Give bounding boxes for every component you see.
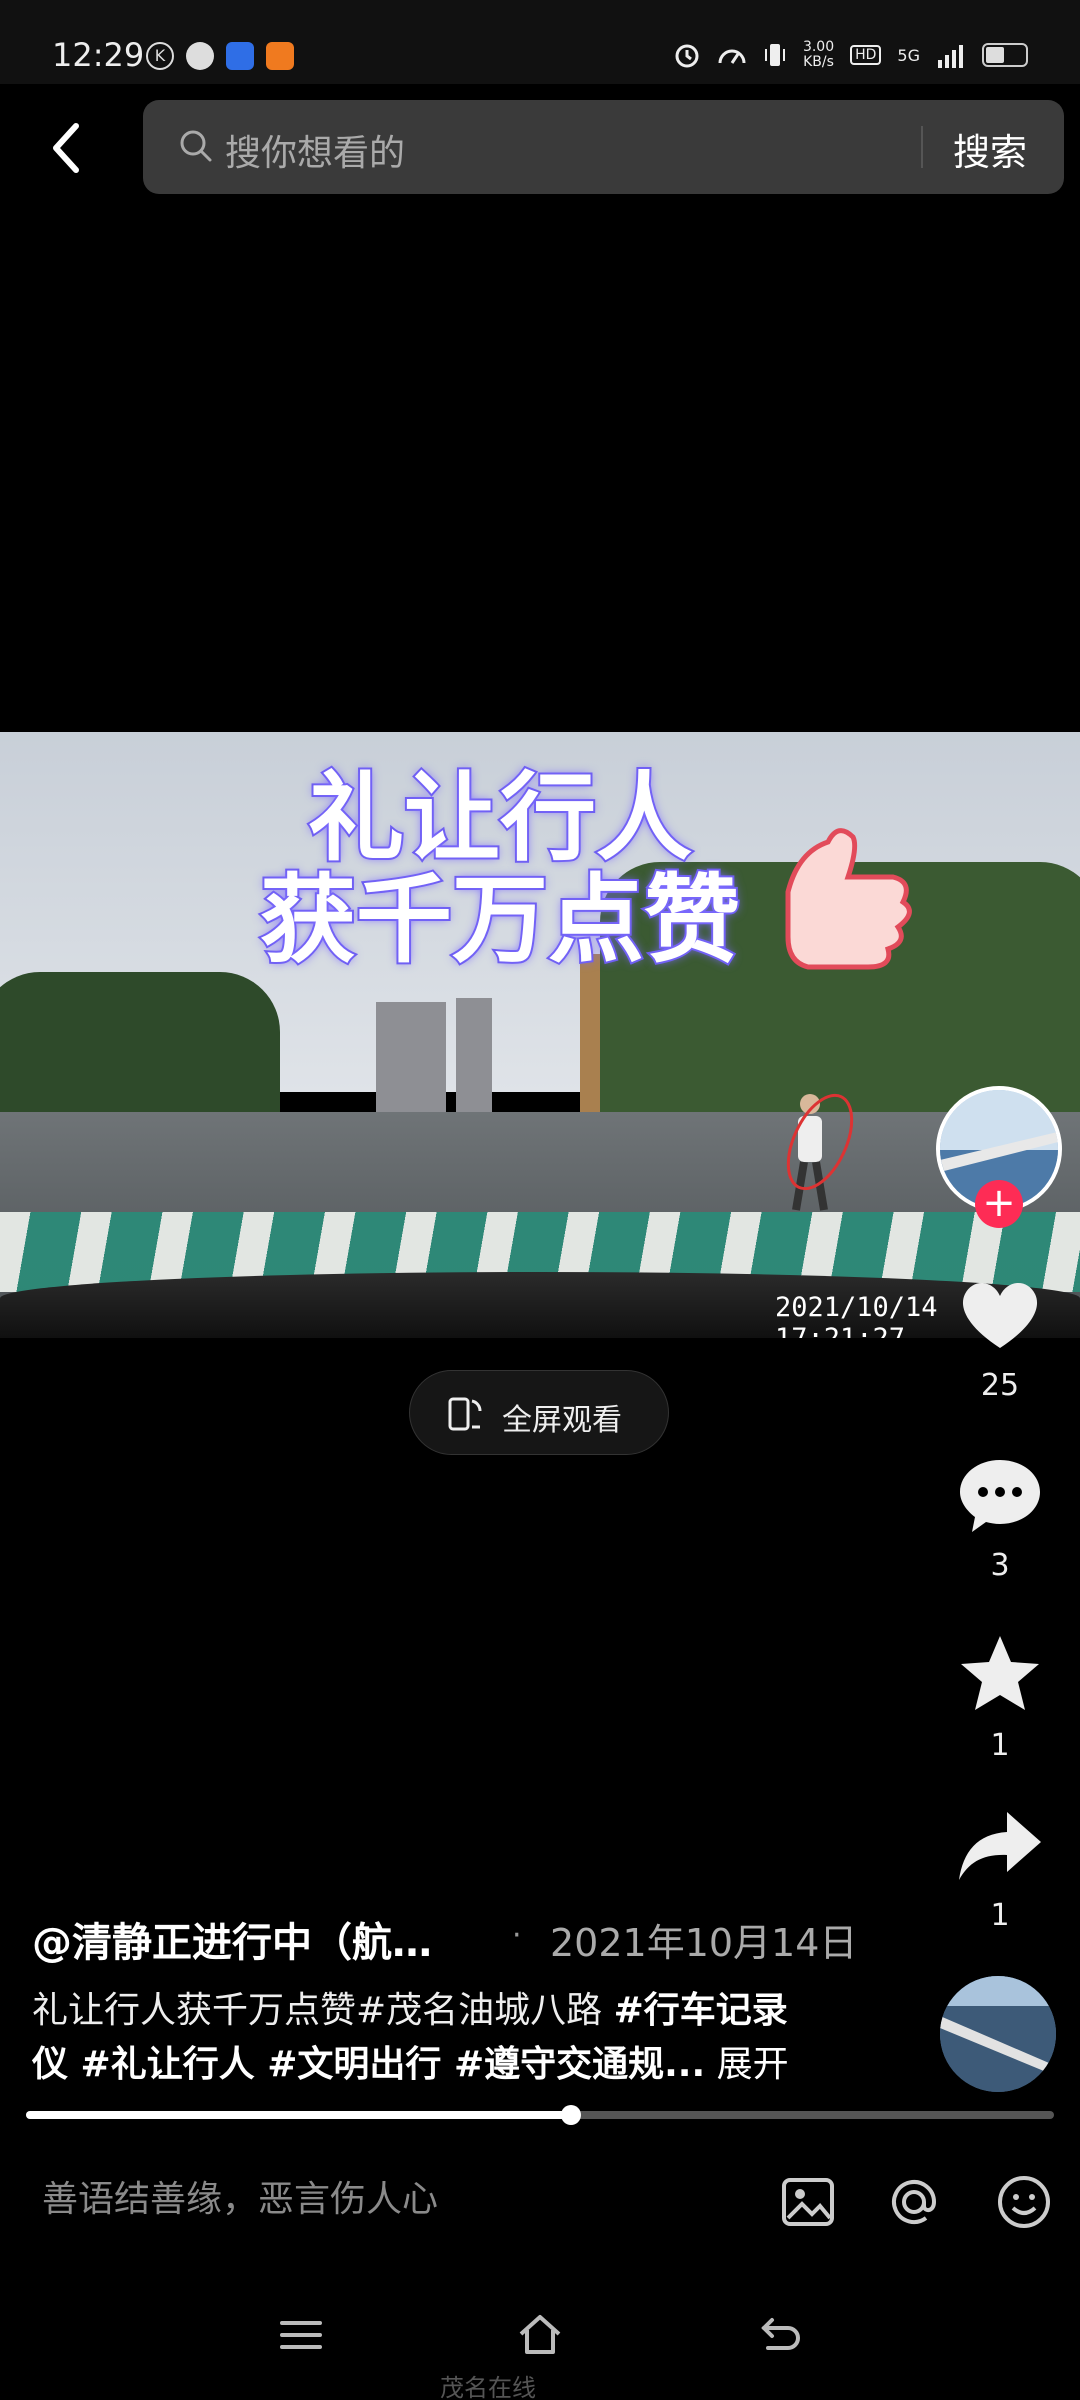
music-disc[interactable]: [940, 1976, 1056, 2092]
post-date: 2021年10月14日: [550, 1921, 858, 1965]
heart-icon: [962, 1282, 1038, 1348]
search-bar[interactable]: 搜你想看的 搜索: [143, 100, 1064, 194]
search-input[interactable]: 搜你想看的: [225, 124, 405, 176]
follow-button[interactable]: +: [975, 1180, 1023, 1228]
status-time: 12:29: [52, 36, 145, 74]
status-bar: 12:29 K 3.00 KB/s HD 5G: [0, 0, 1080, 84]
expand-link[interactable]: 展开: [705, 2044, 789, 2085]
mention-icon[interactable]: [884, 2172, 944, 2232]
hashtag[interactable]: #文明出行: [267, 2044, 454, 2085]
vibrate-icon: [764, 44, 785, 66]
desc-text: 礼让行人获千万点赞#茂名油城八路: [32, 1990, 614, 2031]
alarm-icon: [675, 44, 699, 68]
author-name[interactable]: @清静正进行中（航…: [32, 1910, 432, 1968]
thumbs-up-icon: [785, 828, 912, 970]
author-line: @清静正进行中（航… · 2021年10月14日: [32, 1910, 912, 1966]
favorite-button[interactable]: 1: [940, 1630, 1060, 1763]
comment-input[interactable]: 善语结善缘，恶言伤人心: [42, 2170, 438, 2222]
signal-icon: [938, 45, 963, 68]
image-icon[interactable]: [778, 2172, 838, 2232]
net-speed: 3.00 KB/s: [802, 39, 835, 70]
like-button[interactable]: 25: [940, 1270, 1060, 1403]
search-icon: [180, 130, 212, 162]
chevron-left-icon: [53, 123, 79, 173]
qq-icon: [226, 42, 254, 70]
comment-count: 3: [990, 1548, 1010, 1583]
progress-knob[interactable]: [560, 2105, 581, 2125]
progress-fill: [26, 2111, 571, 2119]
hashtag[interactable]: 仪: [32, 2044, 81, 2085]
speedometer-icon: [718, 49, 746, 64]
share-arrow-icon: [959, 1812, 1041, 1880]
separator-dot: ·: [512, 1918, 522, 1953]
star-icon: [961, 1636, 1039, 1710]
bridge-photo: [940, 1976, 1056, 2092]
home-icon[interactable]: [515, 2310, 565, 2360]
notification-icons: K: [146, 42, 294, 70]
video-progress-bar[interactable]: [26, 2105, 1054, 2125]
fullscreen-label: 全屏观看: [502, 1403, 622, 1438]
watermark: 茂名在线: [440, 2374, 536, 2400]
hd-badge: HD: [850, 45, 882, 65]
share-count: 1: [990, 1898, 1010, 1933]
chat-bubble-icon: [186, 42, 214, 70]
hashtag[interactable]: #遵守交通规...: [454, 2044, 705, 2085]
taobao-icon: [266, 42, 294, 70]
video-player[interactable]: 礼让行人 获千万点赞 2021/10/14 17:21:27: [0, 732, 1080, 1338]
hashtag[interactable]: #礼让行人: [81, 2044, 268, 2085]
video-building: [456, 998, 492, 1122]
post-description[interactable]: 礼让行人获千万点赞#茂名油城八路 #行车记录仪 #礼让行人 #文明出行 #遵守交…: [32, 1984, 892, 2092]
comment-button[interactable]: 3: [940, 1450, 1060, 1583]
highlight-circle: [786, 1093, 854, 1191]
system-status-icons: 3.00 KB/s HD 5G: [673, 40, 1028, 70]
share-button[interactable]: 1: [940, 1800, 1060, 1933]
search-divider: [921, 126, 923, 168]
k-app-icon: K: [146, 42, 174, 70]
rotate-phone-icon: [448, 1397, 482, 1431]
menu-icon[interactable]: [276, 2310, 326, 2360]
network-type: 5G: [897, 45, 920, 65]
back-button[interactable]: [44, 118, 88, 178]
video-trees-left: [0, 972, 280, 1132]
favorite-count: 1: [990, 1728, 1010, 1763]
comment-bubble-icon: [960, 1460, 1040, 1532]
emoji-icon[interactable]: [994, 2172, 1054, 2232]
back-nav-icon[interactable]: [756, 2310, 806, 2360]
like-count: 25: [980, 1368, 1020, 1403]
fullscreen-button[interactable]: 全屏观看: [409, 1370, 669, 1455]
search-button[interactable]: 搜索: [953, 122, 1027, 176]
video-building: [376, 1002, 446, 1122]
hashtag[interactable]: #行车记录: [614, 1990, 788, 2031]
battery-icon: [982, 43, 1028, 67]
